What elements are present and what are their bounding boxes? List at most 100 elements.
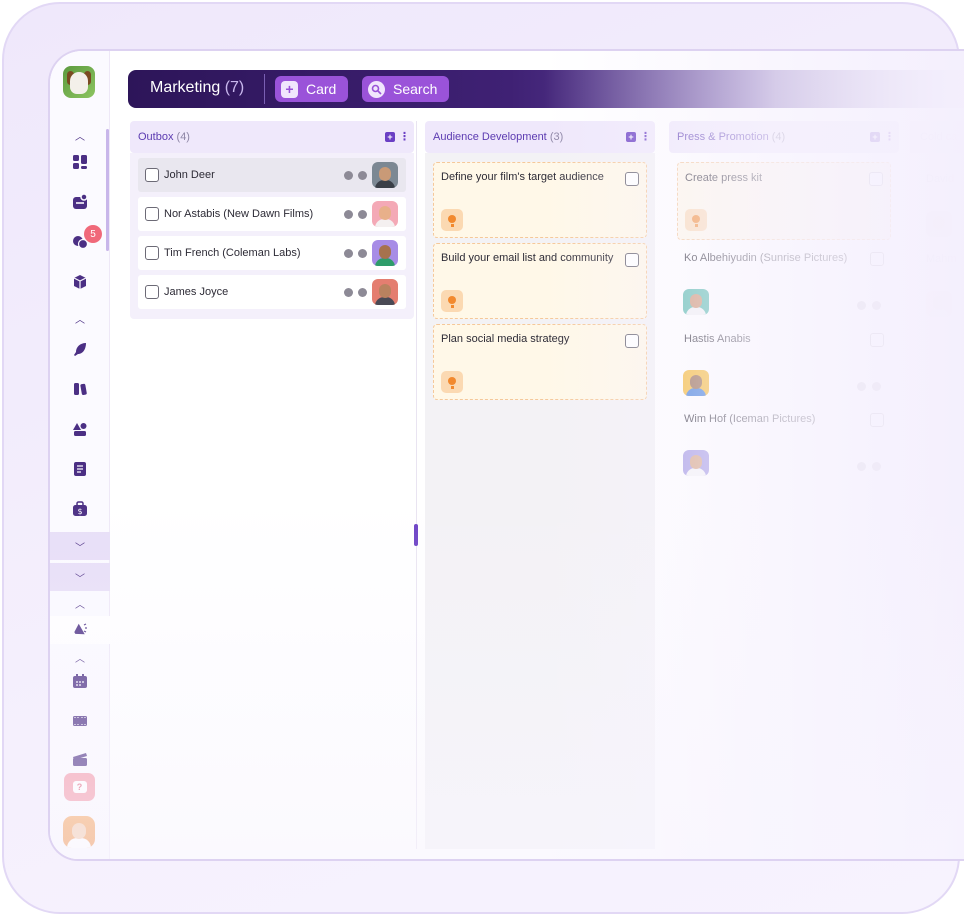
clapperboard-icon — [73, 753, 87, 766]
task-card[interactable]: Create press kit — [677, 162, 891, 240]
chevron-up-icon: ︿ — [75, 314, 85, 326]
task-card[interactable]: Plan social media strategy — [433, 324, 647, 400]
sidebar: ︿ 5 ︿ $ ﹀ ﹀ ︿ ︿ ? — [50, 51, 110, 859]
column-body-audience-development: Define your film's target audience Build… — [425, 153, 655, 849]
search-button[interactable]: Search — [362, 76, 450, 102]
contact-name: John Deer — [164, 169, 215, 181]
header-separator — [264, 74, 265, 104]
row-checkbox[interactable] — [145, 168, 159, 182]
search-icon — [368, 80, 385, 98]
check-circle-icon — [358, 288, 367, 297]
workspace-avatar[interactable] — [63, 66, 95, 98]
sidebar-item-marketing[interactable] — [50, 616, 110, 644]
user-avatar[interactable] — [63, 816, 95, 848]
money-bag-icon: $ — [73, 501, 87, 516]
collapse-group-5[interactable]: ︿ — [50, 589, 110, 617]
column-cold-calls: Cold ca David Mahm — [910, 121, 964, 317]
contact-name: Ko Albehiyudin (Sunrise Pictures) — [684, 252, 848, 264]
chevron-up-icon: ︿ — [75, 131, 85, 143]
row-checkbox[interactable] — [145, 285, 159, 299]
app-screen: ︿ 5 ︿ $ ﹀ ﹀ ︿ ︿ ? Marketing (7) + Card S… — [48, 49, 964, 861]
list-item[interactable]: Nor Astabis (New Dawn Films) — [138, 197, 406, 231]
sidebar-item-feather[interactable] — [50, 335, 110, 363]
sidebar-item-film[interactable] — [50, 707, 110, 735]
avatar — [372, 279, 398, 305]
task-title: Plan social media strategy — [441, 333, 570, 345]
chevron-up-icon: ︿ — [75, 599, 85, 611]
task-card[interactable]: Build your email list and community — [433, 243, 647, 319]
contact-card[interactable]: Ko Albehiyudin (Sunrise Pictures) — [677, 243, 891, 321]
avatar — [372, 162, 398, 188]
help-icon: ? — [72, 781, 87, 793]
card-checkbox[interactable] — [870, 413, 884, 427]
card-checkbox[interactable] — [870, 333, 884, 347]
column-body-press-promotion: Create press kit Ko Albehiyudin (Sunrise… — [669, 153, 899, 849]
task-checkbox[interactable] — [625, 334, 639, 348]
sidebar-item-calendar[interactable] — [50, 667, 110, 695]
contact-card[interactable]: Wim Hof (Iceman Pictures) — [677, 404, 891, 482]
add-item-icon[interactable]: + — [626, 132, 636, 142]
film-icon — [73, 716, 87, 726]
contact-card[interactable]: Hastis Anabis — [677, 324, 891, 402]
device-frame: ︿ 5 ︿ $ ﹀ ﹀ ︿ ︿ ? Marketing (7) + Card S… — [2, 2, 964, 914]
more-options-icon[interactable]: ⋮ — [399, 130, 410, 143]
column-title: Audience Development (3) — [433, 131, 564, 143]
row-checkbox[interactable] — [145, 207, 159, 221]
board-header: Marketing (7) + Card Search — [128, 70, 964, 108]
books-icon — [74, 383, 87, 396]
check-circle-icon — [857, 462, 866, 471]
contact-name: Nor Astabis (New Dawn Films) — [164, 208, 314, 220]
sidebar-item-production[interactable] — [50, 745, 110, 773]
lightbulb-icon — [441, 209, 463, 231]
list-item[interactable]: Mahm — [926, 253, 957, 265]
collapse-group-1[interactable]: ︿ — [50, 121, 110, 149]
expand-group-4[interactable]: ﹀ — [50, 563, 110, 591]
row-checkbox[interactable] — [145, 246, 159, 260]
sidebar-item-packages[interactable] — [50, 268, 110, 296]
search-label: Search — [393, 81, 438, 97]
add-item-icon[interactable]: + — [385, 132, 395, 142]
sidebar-item-shapes[interactable] — [50, 415, 110, 443]
chevron-down-icon: ﹀ — [75, 542, 85, 554]
more-options-icon[interactable]: ⋮ — [884, 130, 895, 143]
check-circle-icon — [358, 210, 367, 219]
task-title: Build your email list and community — [441, 252, 614, 264]
status-dot-icon — [872, 301, 881, 310]
task-title: Define your film's target audience — [441, 171, 604, 183]
add-card-button[interactable]: + Card — [275, 76, 349, 102]
chevron-down-icon: ﹀ — [75, 573, 85, 585]
expand-group-3[interactable]: ﹀ — [50, 532, 110, 560]
card-checkbox[interactable] — [870, 252, 884, 266]
sidebar-item-notebook[interactable] — [50, 455, 110, 483]
contact-name: Hastis Anabis — [684, 333, 751, 345]
list-item[interactable]: Tim French (Coleman Labs) — [138, 236, 406, 270]
avatar — [683, 370, 709, 396]
sidebar-item-dashboard[interactable] — [50, 148, 110, 176]
sidebar-item-books[interactable] — [50, 375, 110, 403]
column-title: Press & Promotion (4) — [677, 131, 786, 143]
help-button[interactable]: ? — [64, 773, 95, 801]
status-dot-icon — [344, 210, 353, 219]
list-item[interactable]: John Deer — [138, 158, 406, 192]
status-dot-icon — [872, 462, 881, 471]
task-checkbox[interactable] — [625, 172, 639, 186]
list-item[interactable]: David — [926, 173, 954, 185]
sidebar-item-inbox[interactable] — [50, 188, 110, 216]
check-circle-icon — [358, 249, 367, 258]
more-options-icon[interactable]: ⋮ — [640, 130, 651, 143]
column-header-outbox: Outbox (4) + ⋮ — [130, 121, 414, 153]
lightbulb-icon — [685, 209, 707, 231]
add-item-icon[interactable]: + — [870, 132, 880, 142]
task-checkbox[interactable] — [869, 172, 883, 186]
sidebar-item-finance[interactable]: $ — [50, 495, 110, 523]
resize-handle[interactable] — [414, 524, 418, 546]
collapse-group-2[interactable]: ︿ — [50, 304, 110, 332]
board-title: Marketing (7) — [150, 79, 244, 97]
list-item[interactable]: James Joyce — [138, 275, 406, 309]
status-dot-icon — [344, 288, 353, 297]
lightbulb-icon — [441, 371, 463, 393]
task-checkbox[interactable] — [625, 253, 639, 267]
task-card[interactable]: Define your film's target audience — [433, 162, 647, 238]
status-dot-icon — [872, 382, 881, 391]
lightbulb-icon — [441, 290, 463, 312]
